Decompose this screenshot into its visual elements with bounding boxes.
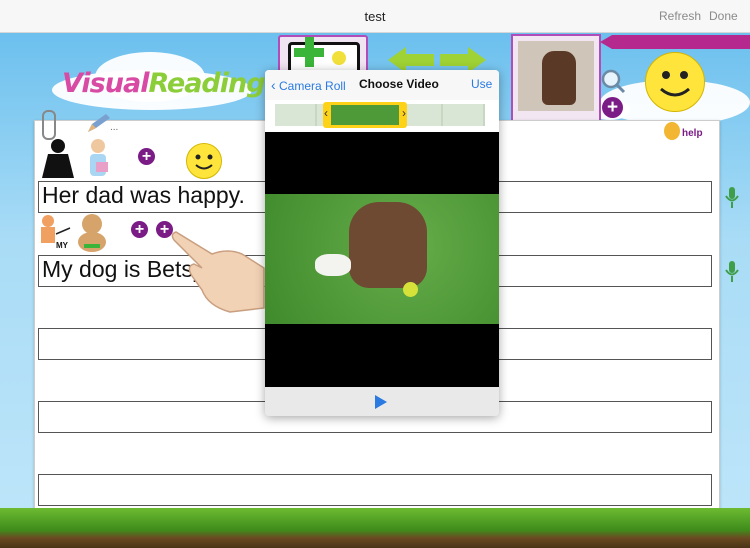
yellow-dot-icon	[332, 51, 346, 65]
popover-nav-bar: ‹ Camera Roll Choose Video Use	[265, 70, 499, 101]
dog-photo	[542, 51, 576, 105]
green-plus-icon	[294, 37, 324, 67]
refresh-button[interactable]: Refresh	[659, 9, 701, 23]
video-trim-filmstrip[interactable]: ‹ ›	[265, 100, 499, 132]
add-symbol-button[interactable]: +	[131, 221, 148, 238]
dog-symbol-icon[interactable]	[76, 212, 110, 252]
purple-ribbon	[600, 35, 750, 49]
popover-title: Choose Video	[359, 77, 439, 91]
my-symbol-icon[interactable]: MY	[36, 214, 76, 250]
dog-in-video	[349, 202, 427, 288]
done-button[interactable]: Done	[709, 9, 738, 23]
dog-thumbnail[interactable]	[511, 34, 601, 124]
woman-symbol-icon[interactable]	[40, 138, 76, 178]
play-icon[interactable]	[375, 395, 387, 409]
dog-video-frame[interactable]	[265, 194, 499, 324]
microphone-icon[interactable]	[724, 260, 740, 284]
sentence-text: Her dad was happy.	[42, 182, 245, 208]
svg-text:MY: MY	[56, 241, 69, 250]
top-bar: test Refresh Done	[0, 0, 750, 33]
camera-roll-back-button[interactable]: ‹ Camera Roll	[271, 77, 346, 93]
dad-symbol-icon[interactable]	[84, 138, 114, 178]
ball-in-video	[403, 282, 418, 297]
choose-video-popover: ‹ Camera Roll Choose Video Use ‹ ›	[265, 70, 499, 416]
trim-selection-handle[interactable]: ‹ ›	[323, 102, 407, 128]
document-title: test	[364, 9, 386, 24]
chevron-left-icon: ‹	[271, 77, 276, 93]
use-button[interactable]: Use	[471, 77, 492, 91]
magnify-icon[interactable]	[600, 68, 626, 94]
playback-controls	[265, 387, 499, 416]
happy-symbol-icon[interactable]	[186, 143, 222, 179]
paperclip-icon	[42, 110, 56, 140]
sentence-line-5[interactable]	[38, 474, 712, 506]
visual-reading-logo: VisualReading	[62, 68, 266, 99]
add-thumbnail-button[interactable]: +	[602, 97, 623, 118]
pencil-icon[interactable]: ...	[86, 114, 122, 134]
hand-pointer-icon	[171, 231, 265, 313]
grass-footer	[0, 508, 750, 548]
smiley-large-icon[interactable]	[645, 52, 705, 112]
toy-in-video	[315, 254, 351, 276]
svg-text:...: ...	[110, 122, 118, 133]
add-symbol-button[interactable]: +	[138, 148, 155, 165]
microphone-icon[interactable]	[724, 186, 740, 210]
lightbulb-icon	[664, 122, 680, 140]
